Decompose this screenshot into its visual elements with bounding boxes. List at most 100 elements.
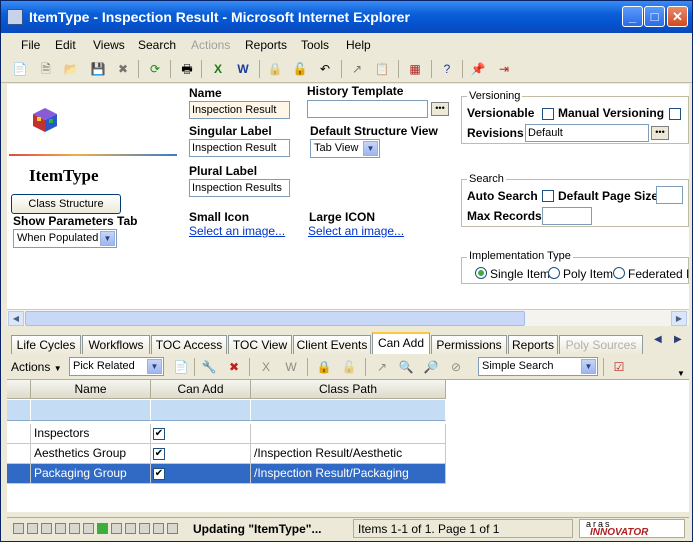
pin-icon[interactable]: 📌 bbox=[469, 60, 487, 78]
plural-label-field[interactable]: Inspection Results bbox=[189, 179, 290, 197]
search-mode-select[interactable]: Simple Search ▼ bbox=[478, 357, 598, 376]
filter-cell[interactable] bbox=[7, 400, 31, 421]
small-icon-link[interactable]: Select an image... bbox=[189, 224, 285, 238]
row-selector[interactable] bbox=[7, 464, 31, 484]
tab-workflows[interactable]: Workflows bbox=[82, 335, 150, 354]
view-document-icon[interactable]: 🗎 bbox=[37, 60, 55, 78]
tab-toc-access[interactable]: TOC Access bbox=[151, 335, 227, 354]
revisions-field[interactable]: Default bbox=[525, 124, 649, 142]
table-row-class-path[interactable]: /Inspection Result/Aesthetic bbox=[251, 444, 446, 464]
default-page-size-field[interactable] bbox=[656, 186, 683, 204]
row-selector[interactable] bbox=[7, 424, 31, 444]
excel-export-icon[interactable]: X bbox=[257, 358, 275, 376]
table-row-name[interactable]: Inspectors bbox=[31, 424, 151, 444]
pick-related-select[interactable]: Pick Related ▼ bbox=[69, 357, 164, 376]
menu-search[interactable]: Search bbox=[138, 38, 176, 52]
promote-icon[interactable]: ↗ bbox=[348, 60, 366, 78]
new-document-icon[interactable]: 📄 bbox=[11, 60, 29, 78]
print-icon[interactable]: 🖶 bbox=[178, 60, 196, 78]
save-icon[interactable]: 💾 bbox=[89, 60, 107, 78]
structure-icon[interactable]: ▦ bbox=[406, 60, 424, 78]
tab-life-cycles[interactable]: Life Cycles bbox=[11, 335, 81, 354]
delete-icon[interactable]: ✖ bbox=[114, 60, 132, 78]
can-add-checkbox[interactable]: ✔ bbox=[153, 468, 165, 480]
name-field[interactable]: Inspection Result bbox=[189, 101, 290, 119]
scroll-left-icon[interactable]: ◀ bbox=[8, 311, 24, 326]
singular-label-field[interactable]: Inspection Result bbox=[189, 139, 290, 157]
menu-file[interactable]: File bbox=[21, 38, 40, 52]
single-item-radio[interactable] bbox=[475, 267, 487, 279]
lock-icon[interactable]: 🔒 bbox=[266, 60, 284, 78]
stop-search-icon[interactable]: ⊘ bbox=[447, 358, 465, 376]
versionable-checkbox[interactable] bbox=[542, 108, 554, 120]
tab-client-events[interactable]: Client Events bbox=[293, 335, 371, 354]
manual-versioning-checkbox[interactable] bbox=[669, 108, 681, 120]
toolbar-overflow-icon[interactable]: ▼ bbox=[677, 369, 685, 378]
scroll-right-icon[interactable]: ▶ bbox=[671, 311, 687, 326]
poly-item-radio[interactable] bbox=[548, 267, 560, 279]
menu-tools[interactable]: Tools bbox=[301, 38, 329, 52]
tab-can-add[interactable]: Can Add bbox=[372, 332, 430, 354]
table-row-can-add[interactable]: ✔ bbox=[151, 444, 251, 464]
promote-icon[interactable]: ↗ bbox=[373, 358, 391, 376]
row-selector[interactable] bbox=[7, 444, 31, 464]
table-row-class-path[interactable] bbox=[251, 424, 446, 444]
menu-views[interactable]: Views bbox=[93, 38, 125, 52]
word-export-icon[interactable]: W bbox=[282, 358, 300, 376]
title-bar[interactable]: ItemType - Inspection Result - Microsoft… bbox=[1, 1, 692, 33]
filter-cell[interactable] bbox=[31, 400, 151, 421]
max-records-field[interactable] bbox=[542, 207, 592, 225]
exit-icon[interactable]: ⇥ bbox=[495, 60, 513, 78]
menu-edit[interactable]: Edit bbox=[55, 38, 76, 52]
filter-icon[interactable]: ☑ bbox=[610, 358, 628, 376]
tab-permissions[interactable]: Permissions bbox=[431, 335, 507, 354]
default-structure-view-select[interactable]: Tab View ▼ bbox=[310, 139, 380, 158]
history-template-field[interactable] bbox=[307, 100, 428, 118]
filter-cell[interactable] bbox=[151, 400, 251, 421]
table-row-name[interactable]: Packaging Group bbox=[31, 464, 151, 484]
class-structure-button[interactable]: Class Structure bbox=[11, 194, 121, 214]
maximize-button[interactable]: □ bbox=[644, 6, 665, 27]
history-template-picker-button[interactable]: ••• bbox=[431, 102, 449, 116]
unlock-icon[interactable]: 🔓 bbox=[291, 60, 309, 78]
new-relationship-icon[interactable]: 📄 bbox=[172, 358, 190, 376]
menu-help[interactable]: Help bbox=[346, 38, 371, 52]
filter-cell[interactable] bbox=[251, 400, 446, 421]
tab-scroll-right-icon[interactable]: ▶ bbox=[674, 334, 682, 345]
scrollbar-thumb[interactable] bbox=[25, 311, 525, 326]
auto-search-checkbox[interactable] bbox=[542, 190, 554, 202]
word-export-icon[interactable]: W bbox=[234, 60, 252, 78]
close-button[interactable]: ✕ bbox=[667, 6, 688, 27]
refresh-icon[interactable]: ⟳ bbox=[146, 60, 164, 78]
undo-icon[interactable]: ↶ bbox=[316, 60, 334, 78]
grid-header-class-path[interactable]: Class Path bbox=[251, 380, 446, 399]
tab-reports[interactable]: Reports bbox=[508, 335, 558, 354]
grid-header-can-add[interactable]: Can Add bbox=[151, 380, 251, 399]
actions-menu[interactable]: Actions ▼ bbox=[11, 360, 62, 374]
menu-reports[interactable]: Reports bbox=[245, 38, 287, 52]
excel-export-icon[interactable]: X bbox=[209, 60, 227, 78]
minimize-button[interactable]: _ bbox=[622, 6, 643, 27]
version-icon[interactable]: 📋 bbox=[373, 60, 391, 78]
help-icon[interactable]: ? bbox=[438, 60, 456, 78]
can-add-checkbox[interactable]: ✔ bbox=[153, 448, 165, 460]
can-add-checkbox[interactable]: ✔ bbox=[153, 428, 165, 440]
tab-poly-sources[interactable]: Poly Sources bbox=[559, 335, 643, 354]
delete-relationship-icon[interactable]: ✖ bbox=[225, 358, 243, 376]
tab-scroll-left-icon[interactable]: ◀ bbox=[654, 334, 662, 345]
table-row-can-add[interactable]: ✔ bbox=[151, 464, 251, 484]
show-parameters-tab-select[interactable]: When Populated ▼ bbox=[13, 229, 117, 248]
table-row-class-path[interactable]: /Inspection Result/Packaging bbox=[251, 464, 446, 484]
grid-header-name[interactable]: Name bbox=[31, 380, 151, 399]
large-icon-link[interactable]: Select an image... bbox=[308, 224, 404, 238]
clear-search-icon[interactable]: 🔎 bbox=[422, 358, 440, 376]
revisions-picker-button[interactable]: ••• bbox=[651, 126, 669, 140]
lock-icon[interactable]: 🔒 bbox=[315, 358, 333, 376]
table-row-can-add[interactable]: ✔ bbox=[151, 424, 251, 444]
federated-item-radio[interactable] bbox=[613, 267, 625, 279]
pick-item-icon[interactable]: 🔧 bbox=[200, 358, 218, 376]
open-folder-icon[interactable]: 📂 bbox=[62, 60, 80, 78]
unlock-icon[interactable]: 🔓 bbox=[340, 358, 358, 376]
tab-toc-view[interactable]: TOC View bbox=[228, 335, 292, 354]
menu-actions[interactable]: Actions bbox=[191, 38, 230, 52]
